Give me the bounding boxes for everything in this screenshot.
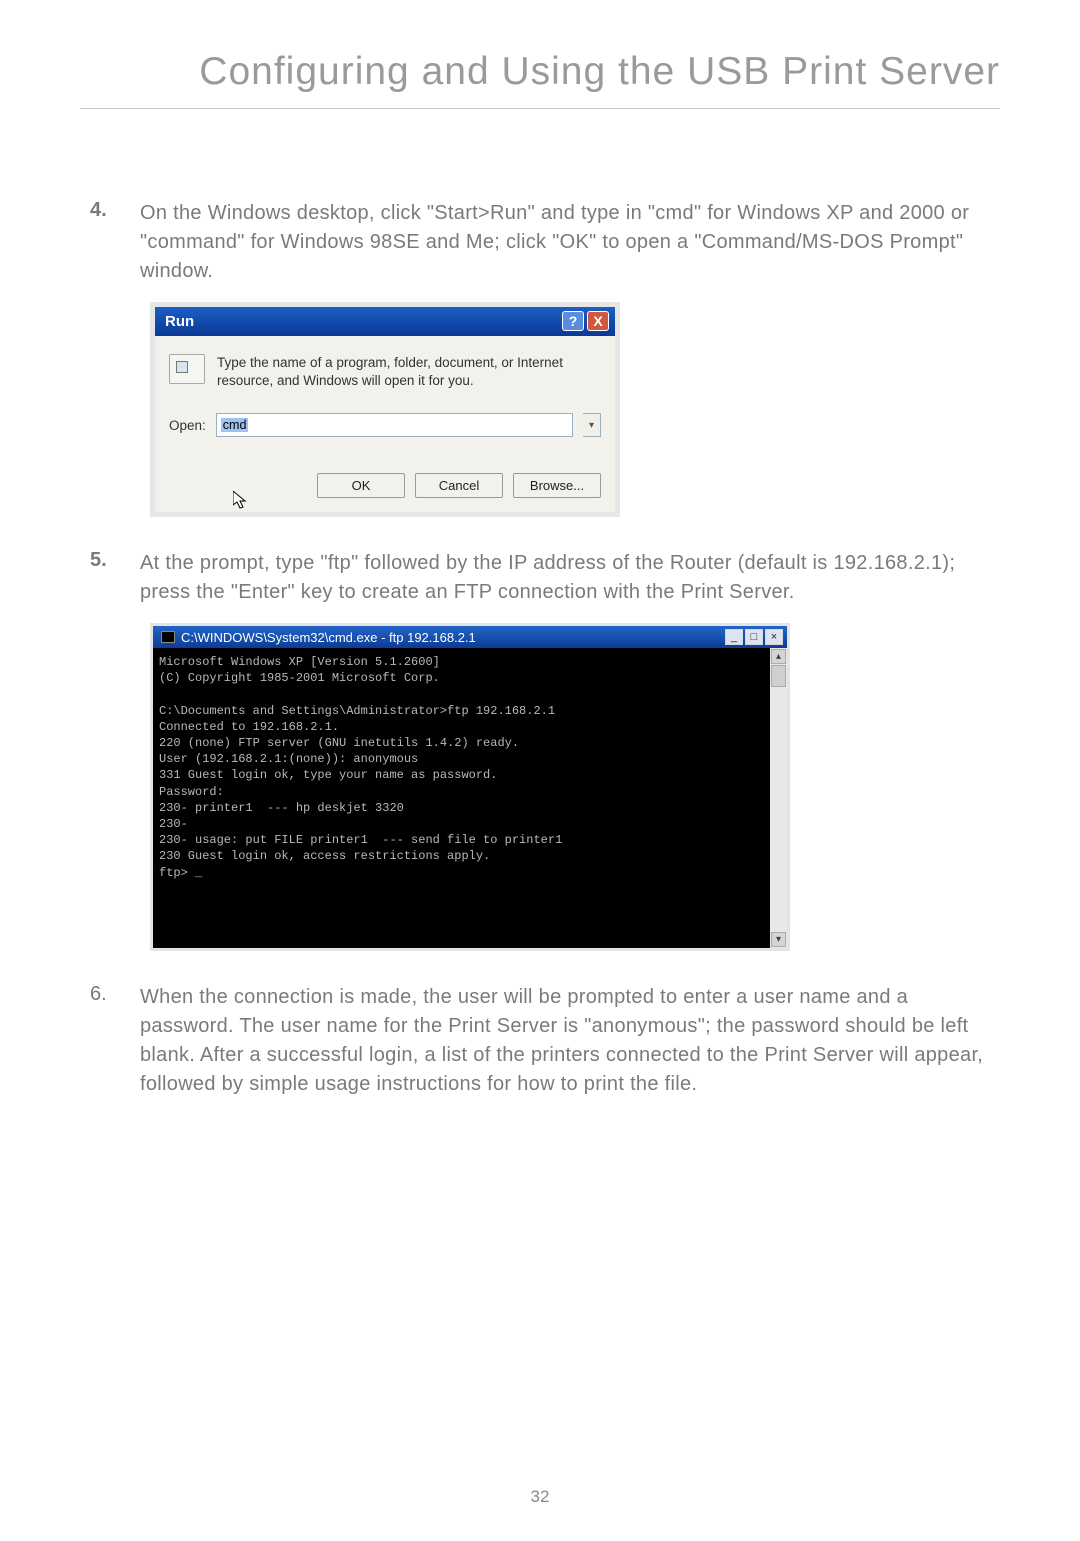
step-number: 5. — [80, 549, 140, 607]
scrollbar-thumb[interactable] — [771, 665, 786, 687]
scrollbar[interactable]: ▴ ▾ — [770, 648, 787, 948]
run-dialog-body: Type the name of a program, folder, docu… — [155, 336, 615, 512]
chevron-down-icon[interactable]: ▾ — [583, 413, 601, 437]
close-icon[interactable]: × — [765, 629, 783, 645]
open-label: Open: — [169, 418, 206, 433]
step-5: 5. At the prompt, type "ftp" followed by… — [80, 549, 1000, 607]
run-titlebar: Run ? X — [155, 307, 615, 336]
step-text: When the connection is made, the user wi… — [140, 983, 1000, 1099]
run-program-icon — [169, 354, 205, 384]
step-text: On the Windows desktop, click "Start>Run… — [140, 199, 1000, 286]
cmd-output[interactable]: Microsoft Windows XP [Version 5.1.2600] … — [153, 648, 770, 948]
help-icon[interactable]: ? — [562, 311, 584, 331]
minimize-icon[interactable]: _ — [725, 629, 743, 645]
run-description: Type the name of a program, folder, docu… — [217, 354, 601, 389]
cmd-titlebar: C:\WINDOWS\System32\cmd.exe - ftp 192.16… — [153, 626, 787, 648]
scroll-down-icon[interactable]: ▾ — [771, 932, 786, 947]
maximize-icon[interactable]: □ — [745, 629, 763, 645]
close-icon[interactable]: X — [587, 311, 609, 331]
cmd-title: C:\WINDOWS\System32\cmd.exe - ftp 192.16… — [181, 630, 476, 645]
step-text: At the prompt, type "ftp" followed by th… — [140, 549, 1000, 607]
step-4: 4. On the Windows desktop, click "Start>… — [80, 199, 1000, 286]
step-number: 4. — [80, 199, 140, 286]
cmd-window: C:\WINDOWS\System32\cmd.exe - ftp 192.16… — [150, 623, 790, 951]
cursor-icon — [233, 491, 249, 511]
run-title: Run — [165, 313, 194, 330]
figure-cmd-window: C:\WINDOWS\System32\cmd.exe - ftp 192.16… — [150, 623, 1000, 951]
document-page: Configuring and Using the USB Print Serv… — [0, 0, 1080, 1541]
step-number: 6. — [80, 983, 140, 1099]
cancel-button[interactable]: Cancel — [415, 473, 503, 498]
scroll-up-icon[interactable]: ▴ — [771, 649, 786, 664]
ok-button[interactable]: OK — [317, 473, 405, 498]
cmd-prompt-icon — [161, 631, 175, 643]
open-input-value: cmd — [221, 418, 249, 432]
step-6: 6. When the connection is made, the user… — [80, 983, 1000, 1099]
open-input[interactable]: cmd — [216, 413, 573, 437]
run-dialog: Run ? X Type the name of a program, fold… — [150, 302, 620, 517]
figure-run-dialog: Run ? X Type the name of a program, fold… — [150, 302, 1000, 517]
page-number: 32 — [0, 1487, 1080, 1507]
page-title: Configuring and Using the USB Print Serv… — [80, 50, 1000, 109]
browse-button[interactable]: Browse... — [513, 473, 601, 498]
